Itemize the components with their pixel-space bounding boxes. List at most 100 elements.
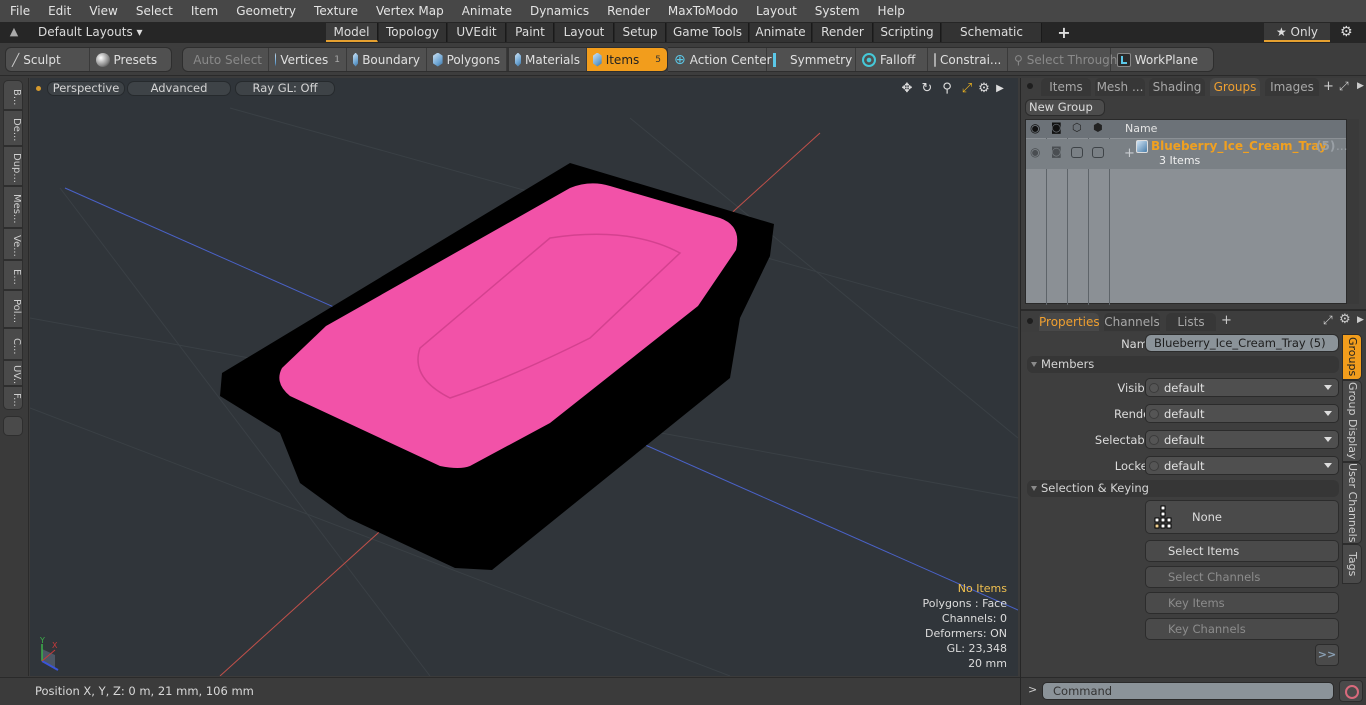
symmetry-button[interactable]: Symmetry [767, 48, 856, 71]
fit-view-icon[interactable]: ⤢ [959, 81, 975, 97]
tab-layout[interactable]: Layout [555, 23, 614, 42]
left-tab-basic[interactable]: B... [3, 80, 23, 110]
tab-game-tools[interactable]: Game Tools [667, 23, 749, 42]
add-panel-tab-icon[interactable]: + [1323, 79, 1334, 94]
more-button[interactable]: >> [1315, 644, 1339, 666]
left-tab-duplicate[interactable]: Dup... [3, 146, 23, 186]
tab-channels[interactable]: Channels [1104, 313, 1160, 331]
locked-column-icon[interactable]: ⬢ [1093, 121, 1103, 134]
left-tab-vertex[interactable]: Ve... [3, 228, 23, 260]
side-tab-group-display[interactable]: Group Display [1342, 380, 1362, 462]
scene-canvas[interactable]: Y X [30, 78, 1018, 676]
left-tab-deform[interactable]: De... [3, 110, 23, 146]
tab-images[interactable]: Images [1265, 78, 1319, 96]
layout-select[interactable]: Default Layouts ▾ [38, 24, 143, 41]
visible-dropdown[interactable]: default [1145, 378, 1339, 397]
new-group-button[interactable]: New Group [1025, 99, 1105, 116]
selectable-dropdown[interactable]: default [1145, 430, 1339, 449]
left-tab-extra[interactable] [3, 416, 23, 436]
polygons-button[interactable]: Polygons [427, 48, 507, 71]
locked-dropdown[interactable]: default [1145, 456, 1339, 475]
name-column-header[interactable]: Name [1125, 122, 1157, 135]
locked-toggle[interactable] [1092, 147, 1104, 158]
key-items-button[interactable]: Key Items [1145, 592, 1339, 614]
select-channels-button[interactable]: Select Channels [1145, 566, 1339, 588]
tab-paint[interactable]: Paint [507, 23, 554, 42]
menu-item[interactable]: Item [181, 0, 226, 22]
render-key-icon[interactable] [1149, 409, 1159, 419]
tab-model[interactable]: Model [326, 23, 378, 42]
none-button[interactable]: None [1145, 500, 1339, 534]
viewport-status-dot[interactable] [36, 86, 41, 91]
side-tab-tags[interactable]: Tags [1342, 544, 1362, 584]
menu-edit[interactable]: Edit [38, 0, 79, 22]
tab-mesh[interactable]: Mesh ... [1095, 78, 1145, 96]
tab-schematic-fusion[interactable]: Schematic Fusion [942, 23, 1042, 58]
visibility-column-icon[interactable]: ◉ [1030, 121, 1040, 135]
selection-keying-section[interactable]: Selection & Keying [1027, 480, 1339, 497]
zoom-view-icon[interactable]: ⚲ [939, 81, 955, 97]
expand-panel-icon[interactable]: ⤢ [1339, 79, 1349, 94]
properties-menu-arrow-icon[interactable]: ▶ [1357, 315, 1364, 325]
viewport-menu-arrow-icon[interactable]: ▶ [992, 81, 1008, 97]
panel-divider[interactable] [1021, 309, 1366, 311]
sculpt-button[interactable]: ╱ Sculpt [6, 48, 90, 71]
menu-render[interactable]: Render [597, 0, 658, 22]
group-name[interactable]: Blueberry_Ice_Cream_Tray [1151, 139, 1327, 153]
panel-menu-arrow-icon[interactable]: ▶ [1357, 81, 1364, 91]
shading-mode-button[interactable]: Advanced [127, 81, 231, 96]
record-macro-button[interactable] [1339, 680, 1363, 702]
left-tab-curve[interactable]: C... [3, 328, 23, 360]
tab-uvedit[interactable]: UVEdit [448, 23, 506, 42]
only-button[interactable]: ★ Only [1264, 23, 1330, 42]
view-mode-button[interactable]: Perspective [47, 81, 125, 96]
side-tab-groups[interactable]: Groups [1342, 334, 1362, 380]
tab-scripting[interactable]: Scripting [874, 23, 941, 42]
layout-collapse-icon[interactable]: ▲ [6, 25, 22, 40]
items-button[interactable]: Items 5 [587, 48, 667, 71]
side-tab-user-channels[interactable]: User Channels [1342, 462, 1362, 544]
menu-select[interactable]: Select [126, 0, 181, 22]
selectable-column-icon[interactable]: ⬡ [1072, 121, 1082, 134]
add-tab-button[interactable]: + [1054, 23, 1074, 42]
visible-key-icon[interactable] [1149, 383, 1159, 393]
action-center-button[interactable]: ⊕ Action Center [668, 48, 772, 71]
raygl-button[interactable]: Ray GL: Off [235, 81, 335, 96]
tab-shading[interactable]: Shading [1149, 78, 1205, 96]
menu-maxtomodo[interactable]: MaxToModo [658, 0, 746, 22]
group-row[interactable]: ◉ ◙ + Blueberry_Ice_Cream_Tray (5) ... 3… [1026, 139, 1347, 169]
menu-view[interactable]: View [79, 0, 125, 22]
command-input[interactable]: Command [1042, 682, 1334, 700]
tab-lists[interactable]: Lists [1166, 313, 1216, 331]
rotate-view-icon[interactable]: ↻ [919, 81, 935, 97]
menu-dynamics[interactable]: Dynamics [520, 0, 597, 22]
auto-select-button[interactable]: Auto Select [183, 48, 269, 71]
3d-viewport[interactable]: Y X Perspective Advanced Ray GL: Off ✥ ↻… [30, 78, 1018, 676]
tab-setup[interactable]: Setup [615, 23, 666, 42]
tab-topology[interactable]: Topology [379, 23, 447, 42]
left-tab-fusion[interactable]: F... [3, 386, 23, 410]
expand-group-icon[interactable]: + [1124, 146, 1135, 161]
add-properties-tab-icon[interactable]: + [1221, 313, 1232, 328]
vertices-button[interactable]: Vertices 1 [269, 48, 347, 71]
tab-items[interactable]: Items [1041, 78, 1091, 96]
left-tab-uv[interactable]: UV... [3, 360, 23, 386]
key-channels-button[interactable]: Key Channels [1145, 618, 1339, 640]
workplane-button[interactable]: WorkPlane [1111, 48, 1204, 71]
locked-key-icon[interactable] [1149, 461, 1159, 471]
menu-file[interactable]: File [0, 0, 38, 22]
expand-properties-icon[interactable]: ⤢ [1323, 313, 1333, 328]
menu-system[interactable]: System [805, 0, 868, 22]
selectable-toggle[interactable] [1071, 147, 1083, 158]
boundary-button[interactable]: Boundary [347, 48, 427, 71]
menu-vertex-map[interactable]: Vertex Map [366, 0, 452, 22]
tab-animate[interactable]: Animate [750, 23, 812, 42]
visibility-toggle-icon[interactable]: ◉ [1030, 145, 1040, 159]
menu-geometry[interactable]: Geometry [226, 0, 304, 22]
select-items-button[interactable]: Select Items [1145, 540, 1339, 562]
presets-button[interactable]: Presets [90, 48, 172, 71]
menu-animate[interactable]: Animate [452, 0, 520, 22]
falloff-button[interactable]: Falloff [856, 48, 928, 71]
tab-render[interactable]: Render [813, 23, 873, 42]
viewport-settings-icon[interactable]: ⚙ [976, 81, 992, 97]
